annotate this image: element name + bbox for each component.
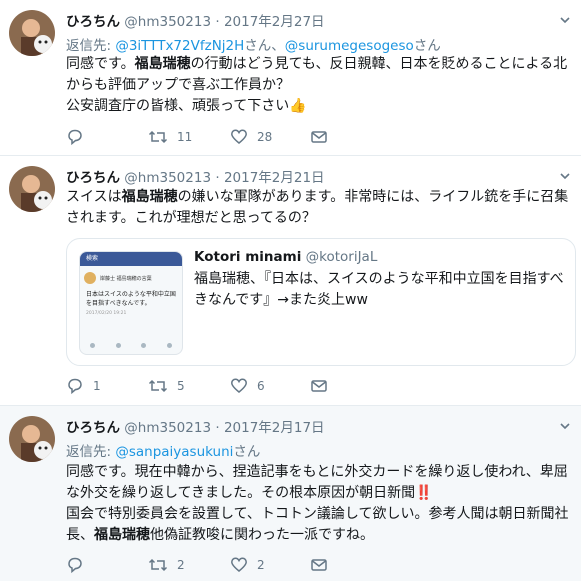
text-segment: 同感です。 [66,56,135,72]
reply-prefix: 返信先: [66,444,116,460]
thumb-time: 2017/02/20 19:21 [86,311,127,316]
envelope-icon [311,380,327,392]
user-handle[interactable]: @hm350213 [124,14,211,30]
tweet-actions: 1 5 6 [66,376,366,396]
quoted-tweet[interactable]: 検索 岸藤士 福島瑞穂の言葉 日本はスイスのような平和中立国を目指すべきなんです… [66,238,576,366]
retweet-count: 11 [177,130,193,144]
like-button[interactable]: 28 [230,127,272,147]
reply-to-line: 返信先: @3iTTTx72VfzNj2Hさん、@surumegesogesoさ… [66,34,441,54]
heart-icon [231,378,247,393]
envelope-icon [311,559,327,571]
avatar[interactable] [9,166,55,212]
retweet-button[interactable]: 5 [148,376,185,396]
tweet-date[interactable]: 2017年2月21日 [224,170,325,186]
text-segment: 他偽証教唆に関わった一派ですね。 [150,527,374,543]
like-button[interactable]: 2 [230,555,265,575]
reply-icon [68,557,82,574]
reply-suffix: さん [413,38,441,54]
chevron-down-icon[interactable] [559,420,571,432]
tweet[interactable]: ひろちん @hm350213 · 2017年2月17日 返信先: @sanpai… [0,406,581,581]
reply-count: 1 [93,379,101,393]
like-count: 6 [257,379,265,393]
heart-icon [231,557,247,572]
reply-user-link[interactable]: @sanpaiyasukuni [115,444,233,460]
dm-button[interactable] [310,376,328,396]
reply-icon [68,378,82,395]
retweet-count: 5 [177,379,185,393]
thumb-header: 検索 [80,252,182,266]
text-segment: 同感です。現在中韓から、捏造記事をもとに外交カードを繰り返し使われ、卑屈な外交を… [66,464,568,501]
reply-user-link[interactable]: @3iTTTx72VfzNj2H [115,38,244,54]
reply-icon [68,129,82,146]
tweet-text: 同感です。現在中韓から、捏造記事をもとに外交カードを繰り返し使われ、卑屈な外交を… [66,462,574,546]
thumb-dot [90,343,96,348]
tweet-date[interactable]: 2017年2月27日 [224,14,325,30]
reply-button[interactable]: 1 [66,376,101,396]
tweet-header: ひろちん @hm350213 · 2017年2月27日 [66,10,325,30]
thumb-dot [141,343,147,348]
tweet-header: ひろちん @hm350213 · 2017年2月17日 [66,416,325,436]
thumb-author: 岸藤士 福島瑞穂の言葉 [100,275,152,282]
like-button[interactable]: 6 [230,376,265,396]
heart-icon [231,129,247,144]
user-handle[interactable]: @hm350213 [124,170,211,186]
separator: · [215,170,220,186]
like-count: 2 [257,558,265,572]
tweet-date[interactable]: 2017年2月17日 [224,420,325,436]
quoted-tweet-text: 福島瑞穂、『日本は、スイスのような平和中立国を目指すべきなんです』→また炎上ww [194,271,564,308]
separator: · [215,420,220,436]
user-handle[interactable]: @hm350213 [124,420,211,436]
tweet-actions: 2 2 [66,555,366,575]
tweet-text: 同感です。福島瑞穂の行動はどう見ても、反日親韓、日本を貶めることによる北からも評… [66,54,574,117]
display-name[interactable]: ひろちん [66,14,120,30]
retweet-button[interactable]: 11 [148,127,192,147]
text-segment: スイスは [66,189,122,205]
retweet-button[interactable]: 2 [148,555,185,575]
reply-suffix: さん [233,444,261,460]
dm-button[interactable] [310,555,328,575]
thumb-avatar [84,272,96,284]
display-name[interactable]: ひろちん [66,170,120,186]
thumb-dot [115,343,121,348]
retweet-icon [148,130,168,144]
dm-button[interactable] [310,127,328,147]
retweet-count: 2 [177,558,185,572]
reply-mid: さん、 [244,38,285,54]
tweet[interactable]: ひろちん @hm350213 · 2017年2月27日 返信先: @3iTTTx… [0,0,581,156]
quoted-user-handle[interactable]: @kotoriJaL [306,249,378,265]
like-count: 28 [257,130,273,144]
envelope-icon [311,131,327,143]
text-segment: 公安調査庁の皆様、頑張って下さい👍 [66,98,307,114]
thumb-actions [80,343,182,348]
highlighted-keyword: 福島瑞穂 [134,56,191,72]
thumb-text: 日本はスイスのような平和中立国を目指すべきなんです。 [86,291,176,307]
reply-prefix: 返信先: [66,38,116,54]
tweet-actions: 11 28 [66,127,366,147]
separator: · [215,14,220,30]
retweet-icon [148,558,168,572]
tweet-text: スイスは福島瑞穂の嫌いな軍隊があります。非常時には、ライフル銃を手に召集されます… [66,187,574,229]
chevron-down-icon[interactable] [559,170,571,182]
display-name[interactable]: ひろちん [66,420,120,436]
chevron-down-icon[interactable] [559,14,571,26]
retweet-icon [148,379,168,393]
quoted-display-name[interactable]: Kotori minami [194,249,301,265]
highlighted-keyword: 福島瑞穂 [121,189,178,205]
thumb-dot [166,343,172,348]
quoted-tweet-image[interactable]: 検索 岸藤士 福島瑞穂の言葉 日本はスイスのような平和中立国を目指すべきなんです… [79,251,183,355]
reply-to-line: 返信先: @sanpaiyasukuniさん [66,440,260,460]
avatar[interactable] [9,10,55,56]
avatar[interactable] [9,416,55,462]
quoted-tweet-header: Kotori minami @kotoriJaL [194,249,377,265]
tweet-header: ひろちん @hm350213 · 2017年2月21日 [66,166,325,186]
reply-user-link[interactable]: @surumegesogeso [285,38,414,54]
tweet[interactable]: ひろちん @hm350213 · 2017年2月21日 スイスは福島瑞穂の嫌いな… [0,156,581,406]
highlighted-keyword: 福島瑞穂 [94,527,150,543]
reply-button[interactable] [66,555,93,575]
reply-button[interactable] [66,127,93,147]
